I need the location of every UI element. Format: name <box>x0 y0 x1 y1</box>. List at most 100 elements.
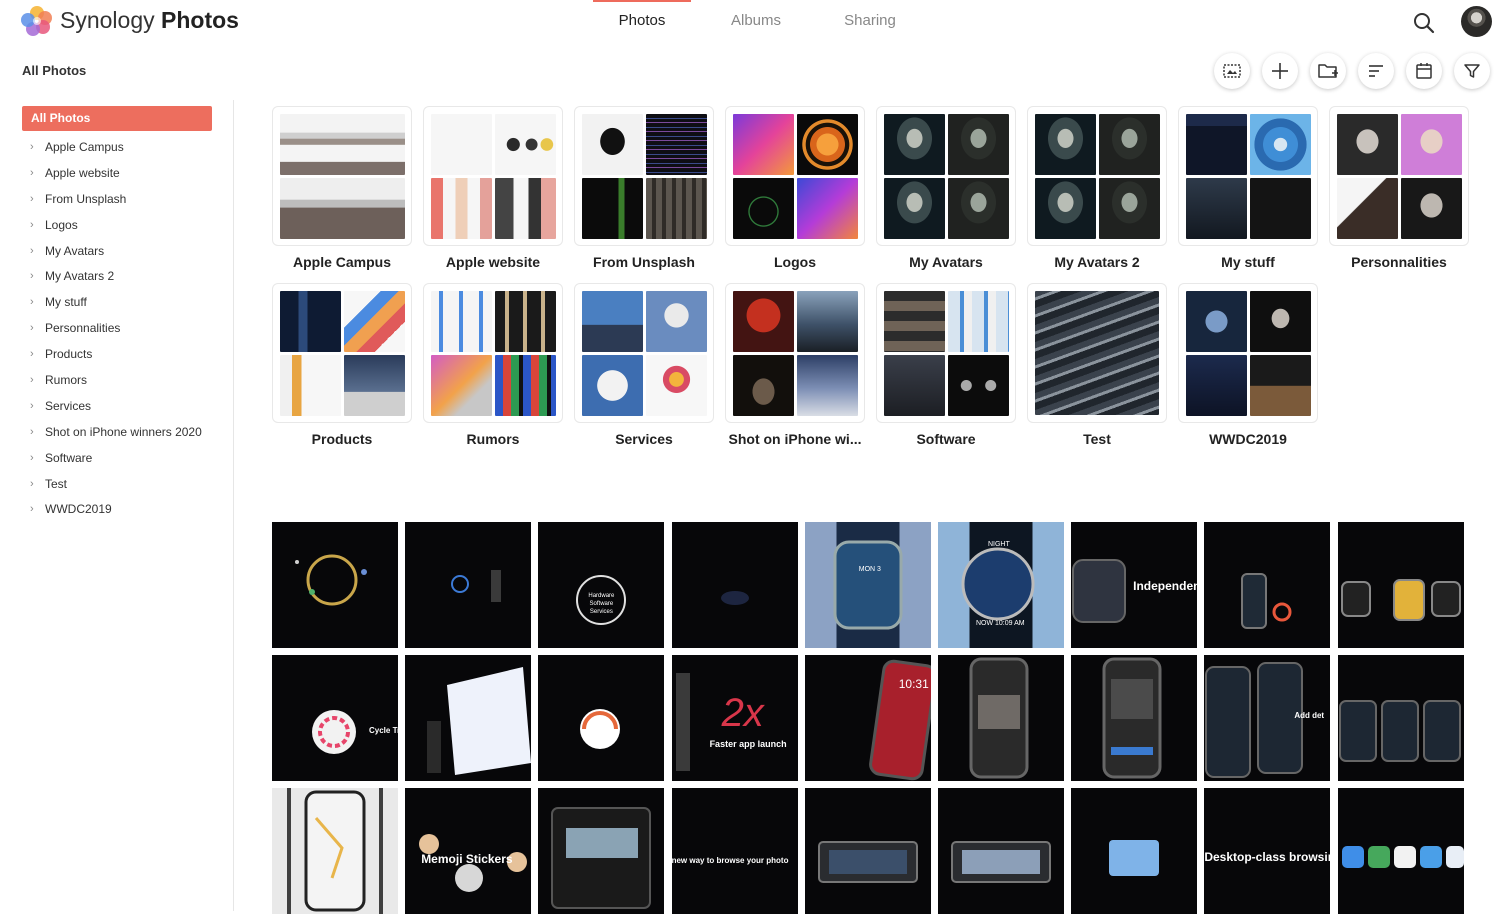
photo-tile[interactable] <box>1337 655 1464 781</box>
sort-button[interactable] <box>1358 53 1394 89</box>
tab-sharing[interactable]: Sharing <box>813 0 927 44</box>
photo-caption: 2x <box>721 691 764 735</box>
sidebar-item-wwdc2019[interactable]: › WWDC2019 <box>30 496 202 522</box>
album-card-logos[interactable]: Logos <box>725 106 865 270</box>
thumbnail-image <box>582 291 643 352</box>
photo-tile[interactable]: Cycle Tr <box>272 655 398 781</box>
photo-tile[interactable]: Memoji Stickers <box>405 788 532 914</box>
photo-tile[interactable] <box>1337 788 1464 914</box>
sidebar-item-software[interactable]: › Software <box>30 445 202 471</box>
photo-graphic <box>312 710 356 754</box>
album-card-apple-campus[interactable]: Apple Campus <box>272 106 412 270</box>
add-button[interactable] <box>1262 53 1298 89</box>
sidebar-item-apple-campus[interactable]: › Apple Campus <box>30 134 202 160</box>
top-bar: Synology Photos Photos Albums Sharing <box>0 0 1500 44</box>
thumbnail-image <box>1401 178 1462 239</box>
thumbnail-image <box>646 178 707 239</box>
thumbnail-image <box>1250 178 1311 239</box>
sidebar-item-services[interactable]: › Services <box>30 393 202 419</box>
album-thumbnail <box>1329 106 1469 246</box>
slideshow-button[interactable] <box>1214 53 1250 89</box>
photo-tile[interactable] <box>272 522 398 648</box>
album-card-apple-website[interactable]: Apple website <box>423 106 563 270</box>
photo-tile[interactable] <box>538 655 665 781</box>
tab-albums[interactable]: Albums <box>699 0 813 44</box>
photo-tile[interactable] <box>405 522 532 648</box>
avatar[interactable] <box>1461 6 1492 37</box>
album-card-software[interactable]: Software <box>876 283 1016 447</box>
photo-tile[interactable] <box>1337 522 1464 648</box>
photo-tile[interactable] <box>804 788 931 914</box>
photo-tile[interactable] <box>405 655 532 781</box>
album-card-rumors[interactable]: Rumors <box>423 283 563 447</box>
album-card-products[interactable]: Products <box>272 283 412 447</box>
photo-tile[interactable] <box>1204 522 1331 648</box>
thumbnail-image <box>948 355 1009 416</box>
photo-graphic <box>1341 846 1464 868</box>
sidebar-item-my-stuff[interactable]: › My stuff <box>30 289 202 315</box>
sidebar-item-logos[interactable]: › Logos <box>30 212 202 238</box>
sidebar-item-my-avatars-2[interactable]: › My Avatars 2 <box>30 263 202 289</box>
chevron-right-icon: › <box>30 322 34 335</box>
chevron-right-icon: › <box>30 166 34 179</box>
album-label: Software <box>916 431 976 447</box>
photo-tile[interactable]: Add det <box>1204 655 1331 781</box>
album-thumbnail <box>725 106 865 246</box>
thumbnail-image <box>431 114 492 175</box>
photo-tile[interactable] <box>671 522 798 648</box>
photo-tile[interactable] <box>1071 788 1198 914</box>
filter-button[interactable] <box>1454 53 1490 89</box>
sidebar-item-label: Rumors <box>45 372 88 387</box>
search-button[interactable] <box>1409 8 1439 38</box>
app-title: Synology Photos <box>60 7 239 34</box>
photo-tile[interactable]: Independen <box>1071 522 1198 648</box>
new-folder-button[interactable] <box>1310 53 1346 89</box>
sidebar-item-test[interactable]: › Test <box>30 471 202 497</box>
chevron-right-icon: › <box>30 451 34 464</box>
thumbnail-image <box>1035 114 1096 175</box>
album-card-personnalities[interactable]: Personnalities <box>1329 106 1469 270</box>
sidebar-item-my-avatars[interactable]: › My Avatars <box>30 238 202 264</box>
photo-grid: Hardware Software Services MON 3 NIGHT N… <box>272 522 1464 914</box>
album-card-shot-on-iphone[interactable]: Shot on iPhone wi... <box>725 283 865 447</box>
calendar-button[interactable] <box>1406 53 1442 89</box>
album-card-services[interactable]: Services <box>574 283 714 447</box>
photo-tile[interactable]: NIGHT NOW 10:09 AM <box>937 522 1064 648</box>
sidebar-item-apple-website[interactable]: › Apple website <box>30 160 202 186</box>
sidebar-item-products[interactable]: › Products <box>30 341 202 367</box>
photo-tile[interactable] <box>937 788 1064 914</box>
photo-tile[interactable] <box>272 788 398 914</box>
photo-tile[interactable] <box>937 655 1064 781</box>
photo-tile[interactable]: 10:31 <box>804 655 931 781</box>
photo-tile[interactable]: 2x Faster app launch <box>671 655 798 781</box>
sidebar-item-shot-on-iphone[interactable]: › Shot on iPhone winners 2020 <box>30 419 202 445</box>
album-card-wwdc2019[interactable]: WWDC2019 <box>1178 283 1318 447</box>
photo-graphic <box>817 841 918 883</box>
photo-tile[interactable]: Desktop-class browsing <box>1204 788 1331 914</box>
photo-caption: new way to browse your photo <box>671 856 789 865</box>
thumbnail-image <box>1099 114 1160 175</box>
album-card-my-avatars-2[interactable]: My Avatars 2 <box>1027 106 1167 270</box>
thumbnail-image <box>582 114 643 175</box>
photo-tile[interactable]: new way to browse your photo <box>671 788 798 914</box>
photo-tile[interactable]: MON 3 <box>804 522 931 648</box>
photo-graphic <box>427 667 532 775</box>
brand-name: Synology <box>60 7 155 33</box>
photo-tile[interactable] <box>538 788 665 914</box>
sidebar-item-personnalities[interactable]: › Personnalities <box>30 315 202 341</box>
new-folder-icon <box>1318 64 1338 78</box>
photo-tile[interactable] <box>1071 655 1198 781</box>
sidebar-item-from-unsplash[interactable]: › From Unsplash <box>30 186 202 212</box>
album-card-from-unsplash[interactable]: From Unsplash <box>574 106 714 270</box>
thumbnail-image <box>1186 355 1247 416</box>
sidebar-item-rumors[interactable]: › Rumors <box>30 367 202 393</box>
photo-tile[interactable]: Hardware Software Services <box>538 522 665 648</box>
album-card-test[interactable]: Test <box>1027 283 1167 447</box>
tab-photos[interactable]: Photos <box>585 0 699 44</box>
thumbnail-image <box>582 178 643 239</box>
album-thumbnail <box>272 106 412 246</box>
sidebar-item-all-photos[interactable]: All Photos <box>22 106 212 131</box>
album-card-my-avatars[interactable]: My Avatars <box>876 106 1016 270</box>
sidebar-item-label: From Unsplash <box>45 191 127 206</box>
album-card-my-stuff[interactable]: My stuff <box>1178 106 1318 270</box>
